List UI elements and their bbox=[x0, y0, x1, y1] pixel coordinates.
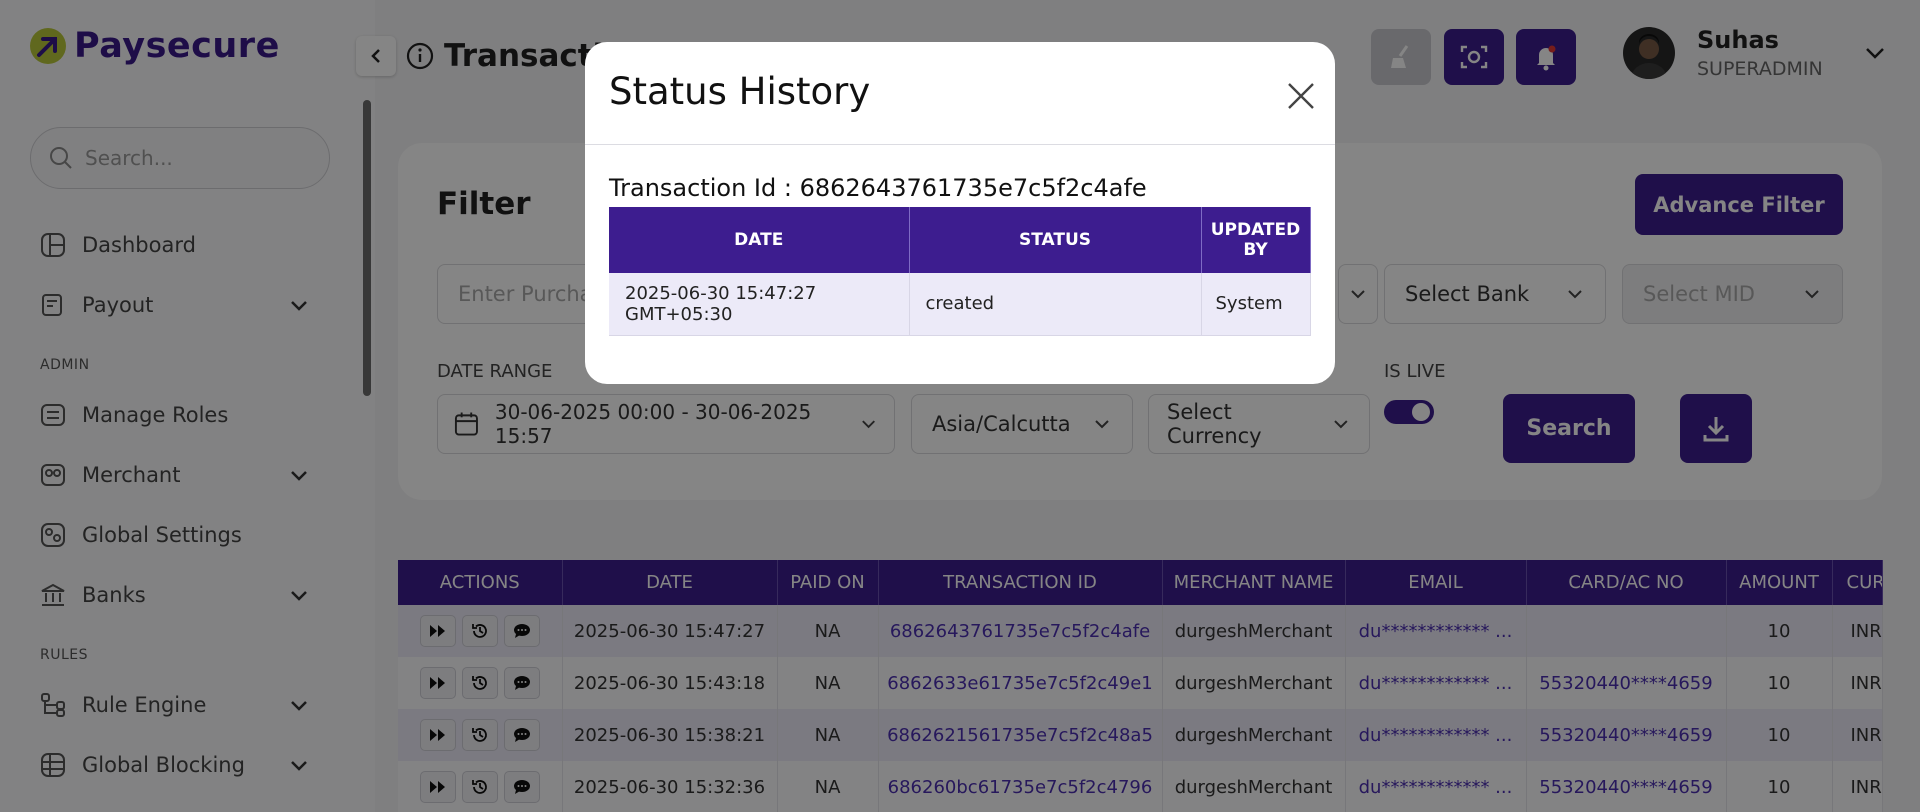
table-header-row: DATE STATUS UPDATED BY bbox=[609, 207, 1311, 273]
modal-transaction-id: Transaction Id : 6862643761735e7c5f2c4af… bbox=[609, 174, 1147, 202]
status-history-table: DATE STATUS UPDATED BY 2025-06-30 15:47:… bbox=[609, 207, 1311, 336]
history-timezone: GMT+05:30 bbox=[625, 303, 733, 325]
status-history-modal: Status History Transaction Id : 68626437… bbox=[585, 42, 1335, 384]
column-header: STATUS bbox=[909, 207, 1202, 273]
close-button[interactable] bbox=[1281, 76, 1321, 116]
history-date-cell: 2025-06-30 15:47:27 GMT+05:30 bbox=[609, 273, 910, 336]
close-icon bbox=[1288, 83, 1314, 109]
modal-divider bbox=[585, 144, 1335, 145]
history-status-cell: created bbox=[909, 273, 1202, 336]
table-row: 2025-06-30 15:47:27 GMT+05:30 created Sy… bbox=[609, 273, 1311, 336]
history-updated-by-cell: System bbox=[1201, 273, 1311, 336]
column-header: DATE bbox=[609, 207, 910, 273]
modal-title: Status History bbox=[609, 70, 871, 113]
column-header: UPDATED BY bbox=[1201, 207, 1311, 273]
history-date: 2025-06-30 15:47:27 bbox=[625, 282, 817, 304]
